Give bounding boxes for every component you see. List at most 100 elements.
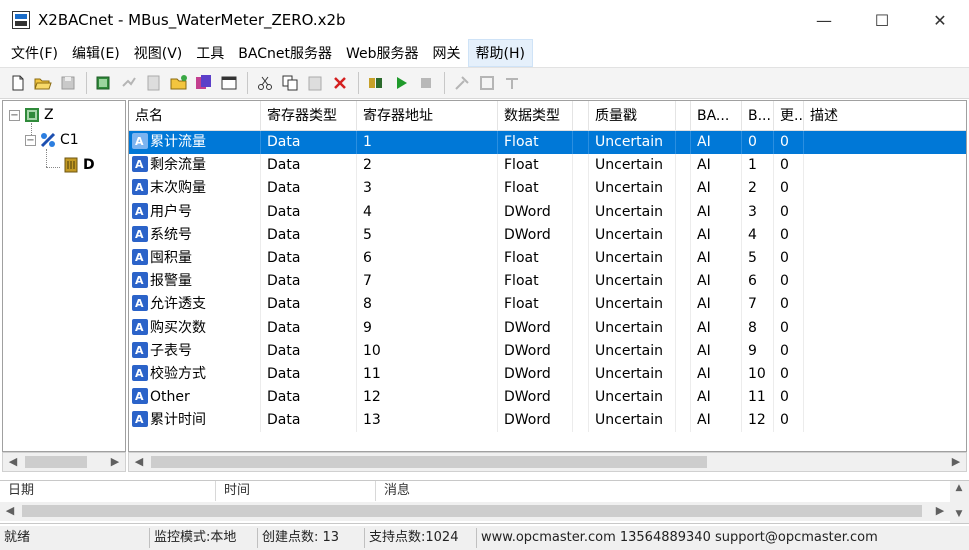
test-tool-icon[interactable] <box>364 71 388 95</box>
log-column-date[interactable]: 日期 <box>0 481 216 501</box>
tree-channel-label: C1 <box>60 132 79 148</box>
cell-register-address: 11 <box>357 362 498 387</box>
stop-icon[interactable] <box>414 71 438 95</box>
scrollbar-thumb[interactable] <box>22 505 922 517</box>
table-row[interactable]: 累计时间 Data13DWord Uncertain AI120 <box>129 409 966 433</box>
tree-horizontal-scrollbar[interactable]: ◀ ▶ <box>2 452 126 472</box>
log-horizontal-scrollbar[interactable]: ◀ ▶ <box>0 502 950 521</box>
table-row[interactable]: 囤积量 Data6Float Uncertain AI50 <box>129 246 966 271</box>
column-header-description[interactable]: 描述 <box>804 101 966 131</box>
column-header-data-type[interactable]: 数据类型 <box>498 101 573 131</box>
column-header-blank[interactable] <box>676 101 691 131</box>
add-channel-icon[interactable] <box>92 71 116 95</box>
scrollbar-thumb[interactable] <box>25 456 87 468</box>
open-folder-icon[interactable] <box>31 71 55 95</box>
table-row[interactable]: 用户号 Data4DWord Uncertain AI30 <box>129 200 966 224</box>
scroll-right-icon[interactable]: ▶ <box>106 453 124 471</box>
cut-icon[interactable] <box>253 71 277 95</box>
tree-node-device[interactable]: D <box>63 157 95 173</box>
menu-tools[interactable]: 工具 <box>189 40 231 66</box>
cell-update: 0 <box>774 409 804 433</box>
toolbar <box>0 67 969 99</box>
column-header-register-type[interactable]: 寄存器类型 <box>261 101 357 131</box>
table-row[interactable]: 允许透支 Data8Float Uncertain AI70 <box>129 293 966 317</box>
log-column-message[interactable]: 消息 <box>376 481 950 501</box>
scroll-right-icon[interactable]: ▶ <box>931 502 949 520</box>
tool-c-icon[interactable] <box>500 71 524 95</box>
new-folder-icon[interactable] <box>167 71 191 95</box>
minimize-button[interactable]: — <box>795 0 853 40</box>
menu-bacnet-server[interactable]: BACnet服务器 <box>231 40 339 66</box>
collapse-icon[interactable]: − <box>25 134 36 146</box>
scroll-left-icon[interactable]: ◀ <box>1 502 19 520</box>
column-header-register-address[interactable]: 寄存器地址 <box>357 101 498 131</box>
cell-description <box>804 386 966 409</box>
cell-update: 0 <box>774 177 804 201</box>
add-point-icon[interactable] <box>142 71 166 95</box>
cell-blank <box>676 270 691 294</box>
grid-horizontal-scrollbar[interactable]: ◀ ▶ <box>128 452 967 472</box>
menu-help[interactable]: 帮助(H) <box>467 39 533 67</box>
properties-icon[interactable] <box>217 71 241 95</box>
scroll-left-icon[interactable]: ◀ <box>130 453 148 471</box>
log-column-time[interactable]: 时间 <box>216 481 376 501</box>
scroll-down-icon[interactable]: ▼ <box>950 507 968 521</box>
delete-icon[interactable] <box>328 71 352 95</box>
log-vertical-scrollbar[interactable]: ▲ ▼ <box>950 481 969 523</box>
close-button[interactable]: ✕ <box>911 0 969 40</box>
table-row[interactable]: Other Data12DWord Uncertain AI110 <box>129 386 966 410</box>
tree-node-channel[interactable]: − C1 <box>25 132 79 148</box>
cell-register-type: Data <box>261 270 357 294</box>
tool-a-icon[interactable] <box>450 71 474 95</box>
start-icon[interactable] <box>389 71 413 95</box>
window-title: X2BACnet - MBus_WaterMeter_ZERO.x2b <box>38 11 346 29</box>
paste-icon[interactable] <box>303 71 327 95</box>
cell-data-type: Float <box>498 293 573 317</box>
copy-icon[interactable] <box>278 71 302 95</box>
status-supported-count: 支持点数:1024 <box>365 528 477 548</box>
add-device-icon[interactable] <box>117 71 141 95</box>
grid-body: 累计流量Data1FloatUncertainAI00剩余流量Data2Floa… <box>129 131 966 433</box>
table-row[interactable]: 校验方式 Data11DWord Uncertain AI100 <box>129 362 966 387</box>
column-header-bacnet-type[interactable]: BA... <box>691 101 742 131</box>
cell-blank <box>573 131 589 155</box>
menu-gateway[interactable]: 网关 <box>426 40 468 66</box>
cell-update: 0 <box>774 246 804 271</box>
scroll-up-icon[interactable]: ▲ <box>950 481 968 495</box>
point-name-label: 报警量 <box>150 273 192 290</box>
collapse-icon[interactable]: − <box>9 109 20 121</box>
column-header-quality[interactable]: 质量戳 <box>589 101 676 131</box>
cell-update: 0 <box>774 316 804 340</box>
table-row[interactable]: 购买次数 Data9DWord Uncertain AI80 <box>129 316 966 340</box>
cell-data-type: Float <box>498 154 573 178</box>
cell-register-address: 8 <box>357 293 498 317</box>
cell-bacnet-type: AI <box>691 409 742 433</box>
tool-b-icon[interactable] <box>475 71 499 95</box>
scroll-left-icon[interactable]: ◀ <box>4 453 22 471</box>
cell-data-type: DWord <box>498 362 573 387</box>
tree-node-root[interactable]: − Z <box>9 107 54 123</box>
table-row[interactable]: 末次购量 Data3Float Uncertain AI20 <box>129 177 966 201</box>
menu-web-server[interactable]: Web服务器 <box>339 40 426 66</box>
menu-view[interactable]: 视图(V) <box>127 40 190 66</box>
scroll-right-icon[interactable]: ▶ <box>947 453 965 471</box>
scrollbar-thumb[interactable] <box>151 456 707 468</box>
menu-file[interactable]: 文件(F) <box>4 40 65 66</box>
cell-register-address: 13 <box>357 409 498 433</box>
menu-edit[interactable]: 编辑(E) <box>65 40 127 66</box>
column-header-bacnet-instance[interactable]: B... <box>742 101 774 131</box>
table-row[interactable]: 累计流量Data1FloatUncertainAI00 <box>129 131 966 155</box>
column-header-blank[interactable] <box>573 101 589 131</box>
new-file-icon[interactable] <box>6 71 30 95</box>
cell-description <box>804 293 966 316</box>
multi-points-icon[interactable] <box>192 71 216 95</box>
maximize-button[interactable]: ☐ <box>853 0 911 40</box>
column-header-name[interactable]: 点名 <box>129 101 261 131</box>
table-row[interactable]: 系统号 Data5DWord Uncertain AI40 <box>129 223 966 247</box>
column-header-update[interactable]: 更... <box>774 101 804 131</box>
save-icon[interactable] <box>56 71 80 95</box>
table-row[interactable]: 报警量 Data7Float Uncertain AI60 <box>129 270 966 294</box>
table-row[interactable]: 剩余流量 Data2Float Uncertain AI10 <box>129 154 966 178</box>
app-icon <box>12 11 30 29</box>
table-row[interactable]: 子表号 Data10DWord Uncertain AI90 <box>129 339 966 363</box>
